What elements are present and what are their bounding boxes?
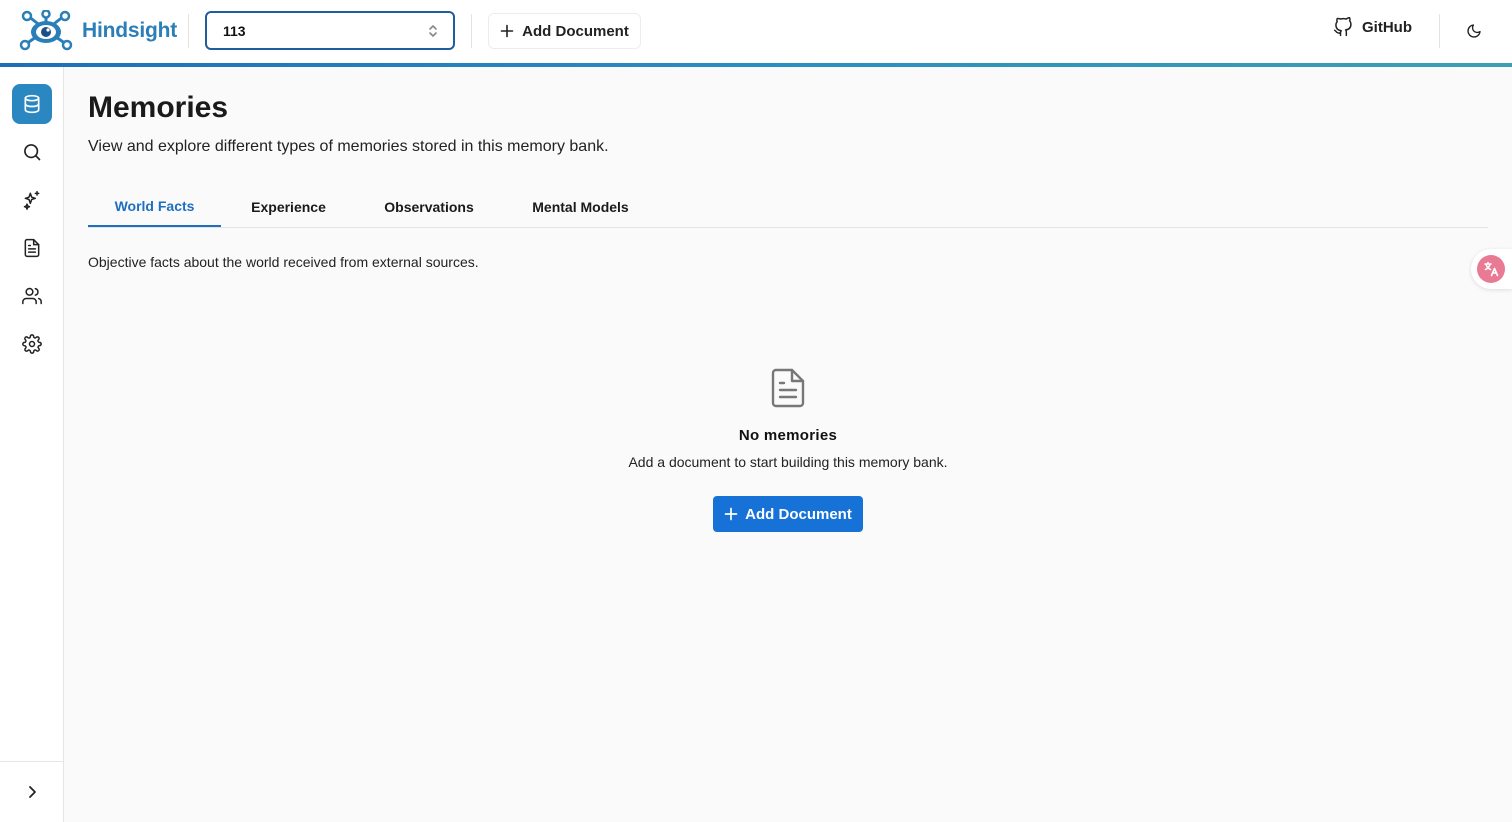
search-icon <box>24 144 41 161</box>
sidebar-item-search[interactable] <box>12 132 52 172</box>
header-divider <box>1439 14 1440 48</box>
memory-type-tabs: World Facts Experience Observations Ment… <box>88 186 1488 228</box>
header-divider <box>188 14 189 48</box>
top-header: Hindsight 113 Add Document GitHub <box>0 0 1512 64</box>
empty-state-title: No memories <box>738 427 838 444</box>
app-logo[interactable]: Hindsight <box>18 10 177 52</box>
header-add-document-button[interactable]: Add Document <box>488 13 641 49</box>
memory-bank-select-value: 113 <box>223 22 246 39</box>
database-icon <box>24 94 40 114</box>
sidebar-item-entities[interactable] <box>12 276 52 316</box>
tab-observations[interactable]: Observations <box>356 186 502 227</box>
page-title: Memories <box>88 91 229 124</box>
sidebar-expand-button[interactable] <box>20 780 44 804</box>
page-subtitle: View and explore different types of memo… <box>88 138 609 155</box>
translate-extension-button[interactable] <box>1471 249 1512 289</box>
github-link[interactable]: GitHub <box>1333 17 1412 37</box>
chevron-right-icon <box>29 786 36 798</box>
gear-icon <box>22 334 42 354</box>
tab-experience[interactable]: Experience <box>221 186 356 227</box>
empty-state-description: Add a document to start building this me… <box>628 454 948 470</box>
sidebar-item-documents[interactable] <box>12 228 52 268</box>
sidebar <box>0 67 64 822</box>
sidebar-divider <box>0 761 63 762</box>
tab-mental-models[interactable]: Mental Models <box>502 186 659 227</box>
plus-icon <box>500 24 514 38</box>
add-document-button[interactable]: Add Document <box>713 496 863 532</box>
theme-toggle-button[interactable] <box>1462 19 1486 43</box>
tab-world-facts[interactable]: World Facts <box>88 186 221 227</box>
header-accent-bar <box>0 63 1512 67</box>
sidebar-item-reflect[interactable] <box>12 180 52 220</box>
sidebar-item-settings[interactable] <box>12 324 52 364</box>
header-add-document-label: Add Document <box>522 22 629 40</box>
translate-icon <box>1477 255 1505 283</box>
empty-file-icon <box>771 368 805 408</box>
users-icon <box>22 287 42 305</box>
app-name: Hindsight <box>82 19 178 42</box>
hindsight-logo-icon <box>19 10 73 51</box>
sidebar-item-memories[interactable] <box>12 84 52 124</box>
sparkles-icon <box>23 190 40 210</box>
header-divider <box>471 14 472 48</box>
add-document-label: Add Document <box>745 505 852 523</box>
github-icon <box>1333 17 1352 37</box>
plus-icon <box>724 507 738 521</box>
memory-bank-select[interactable]: 113 <box>205 11 455 50</box>
github-label: GitHub <box>1362 18 1412 36</box>
file-text-icon <box>24 238 40 258</box>
chevron-up-down-icon <box>429 24 437 37</box>
moon-icon <box>1467 24 1481 38</box>
tab-description: Objective facts about the world received… <box>88 254 479 270</box>
